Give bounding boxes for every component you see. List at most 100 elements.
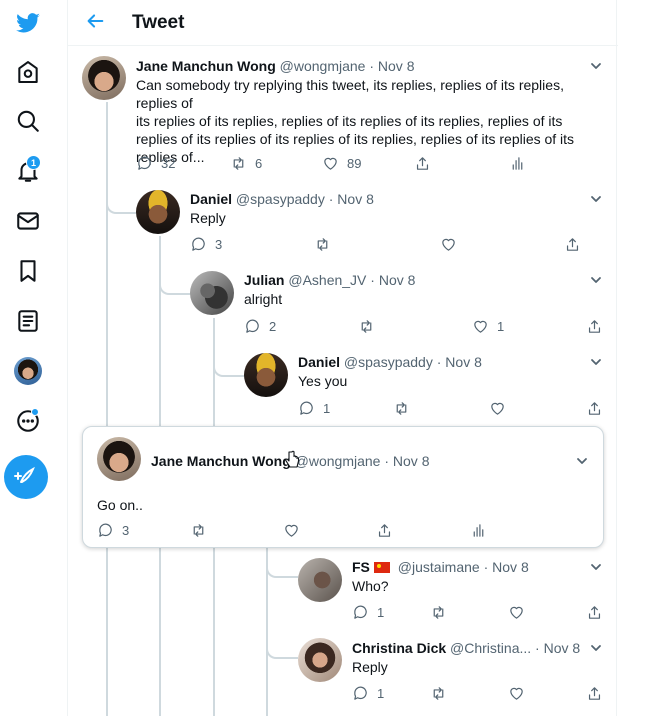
- share-button[interactable]: [586, 317, 603, 335]
- author-name[interactable]: Daniel: [298, 354, 340, 370]
- retweet-button[interactable]: [358, 317, 375, 335]
- like-button[interactable]: [508, 684, 525, 702]
- like-count: 89: [347, 155, 362, 171]
- twitter-logo-icon[interactable]: [8, 3, 48, 43]
- author-name[interactable]: Julian: [244, 272, 284, 288]
- lists-icon[interactable]: [8, 301, 48, 341]
- retweet-button[interactable]: [430, 603, 447, 621]
- tweet-header: Julian @Ashen_JV · Nov 8: [244, 271, 415, 289]
- thread-connector: [213, 343, 245, 377]
- tweet-date[interactable]: Nov 8: [393, 453, 430, 469]
- retweet-button[interactable]: [190, 521, 207, 539]
- reply-icon: [246, 319, 259, 333]
- author-handle[interactable]: @spasypaddy: [236, 191, 325, 207]
- home-icon[interactable]: [8, 52, 48, 92]
- chevron-down-icon: [591, 63, 601, 69]
- like-button[interactable]: 1: [472, 317, 504, 335]
- more-options-button[interactable]: [589, 560, 603, 574]
- reply-button[interactable]: 1: [298, 399, 330, 417]
- share-button[interactable]: [414, 154, 431, 172]
- separator: ·: [384, 453, 390, 469]
- author-name[interactable]: Jane Manchun Wong: [136, 58, 276, 74]
- share-icon: [588, 319, 601, 333]
- share-icon: [416, 156, 429, 170]
- like-button[interactable]: [440, 235, 457, 253]
- tweet-date[interactable]: Nov 8: [544, 640, 581, 656]
- retweet-button[interactable]: [393, 399, 410, 417]
- profile-avatar[interactable]: [8, 351, 48, 391]
- more-options-button[interactable]: [589, 641, 603, 655]
- like-button[interactable]: [508, 603, 525, 621]
- separator: ·: [535, 640, 540, 656]
- tweet-date[interactable]: Nov 8: [492, 559, 529, 575]
- author-handle[interactable]: @wongmjane: [295, 453, 381, 469]
- author-handle[interactable]: @Christina...: [450, 640, 531, 656]
- header: Tweet: [68, 0, 618, 46]
- author-name[interactable]: FS: [352, 559, 370, 575]
- chevron-down-icon: [591, 196, 601, 202]
- share-button[interactable]: [376, 521, 393, 539]
- analytics-button[interactable]: [470, 521, 487, 539]
- retweet-button[interactable]: 6: [230, 154, 262, 172]
- compose-tweet-button[interactable]: [4, 455, 48, 499]
- analytics-icon: [473, 523, 484, 537]
- tweet[interactable]: Jane Manchun Wong @wongmjane · Nov 8 Go …: [82, 426, 604, 548]
- avatar[interactable]: [97, 437, 141, 481]
- tweet-date[interactable]: Nov 8: [379, 272, 416, 288]
- retweet-icon: [233, 156, 244, 170]
- like-button[interactable]: [283, 521, 300, 539]
- share-button[interactable]: [586, 684, 603, 702]
- reply-button[interactable]: 32: [136, 154, 175, 172]
- author-handle[interactable]: @Ashen_JV: [288, 272, 366, 288]
- author-name[interactable]: Jane Manchun Wong: [151, 453, 291, 469]
- chevron-down-icon: [591, 277, 601, 283]
- heart-icon: [474, 320, 487, 333]
- retweet-button[interactable]: [314, 235, 331, 253]
- reply-button[interactable]: 3: [190, 235, 222, 253]
- search-icon[interactable]: [8, 101, 48, 141]
- like-button[interactable]: 89: [322, 154, 361, 172]
- share-button[interactable]: [586, 399, 603, 417]
- tweet-header: FS @justaimane · Nov 8: [352, 558, 529, 576]
- tweet-text-line: replies of its replies of its replies of…: [136, 131, 575, 147]
- more-options-button[interactable]: [589, 355, 603, 369]
- reply-button[interactable]: 3: [97, 521, 129, 539]
- avatar[interactable]: [190, 271, 234, 315]
- tweet-text-line: Can somebody try replying this tweet, it…: [136, 77, 564, 111]
- tweet-date[interactable]: Nov 8: [445, 354, 482, 370]
- avatar[interactable]: [298, 558, 342, 602]
- share-button[interactable]: [564, 235, 581, 253]
- author-handle[interactable]: @wongmjane: [280, 58, 366, 74]
- avatar[interactable]: [244, 353, 288, 397]
- more-options-button[interactable]: [575, 454, 589, 468]
- share-icon: [588, 605, 601, 619]
- avatar[interactable]: [136, 190, 180, 234]
- author-name[interactable]: Daniel: [190, 191, 232, 207]
- tweet-header: Daniel @spasypaddy · Nov 8: [190, 190, 374, 208]
- more-options-button[interactable]: [589, 59, 603, 73]
- retweet-count: 6: [255, 155, 263, 171]
- tweet-date[interactable]: Nov 8: [378, 58, 415, 74]
- bookmarks-icon[interactable]: [8, 251, 48, 291]
- back-button[interactable]: [84, 10, 110, 36]
- share-button[interactable]: [586, 603, 603, 621]
- retweet-button[interactable]: [430, 684, 447, 702]
- more-icon[interactable]: [8, 401, 48, 441]
- more-options-button[interactable]: [589, 192, 603, 206]
- reply-button[interactable]: 1: [352, 603, 384, 621]
- avatar[interactable]: [298, 638, 342, 682]
- author-name[interactable]: Christina Dick: [352, 640, 446, 656]
- tweet-date[interactable]: Nov 8: [337, 191, 374, 207]
- reply-button[interactable]: 2: [244, 317, 276, 335]
- analytics-button[interactable]: [509, 154, 526, 172]
- messages-icon[interactable]: [8, 201, 48, 241]
- tweet-header: Daniel @spasypaddy · Nov 8: [298, 353, 482, 371]
- more-options-button[interactable]: [589, 273, 603, 287]
- author-handle[interactable]: @spasypaddy: [344, 354, 433, 370]
- tweet-thread-page: 1 Tweet Jane Manchun Wong @wongmjane · N…: [0, 0, 672, 716]
- author-handle[interactable]: @justaimane: [398, 559, 480, 575]
- reply-button[interactable]: 1: [352, 684, 384, 702]
- like-button[interactable]: [489, 399, 506, 417]
- tweet-text-line: replies of...: [136, 149, 205, 165]
- avatar[interactable]: [82, 56, 126, 100]
